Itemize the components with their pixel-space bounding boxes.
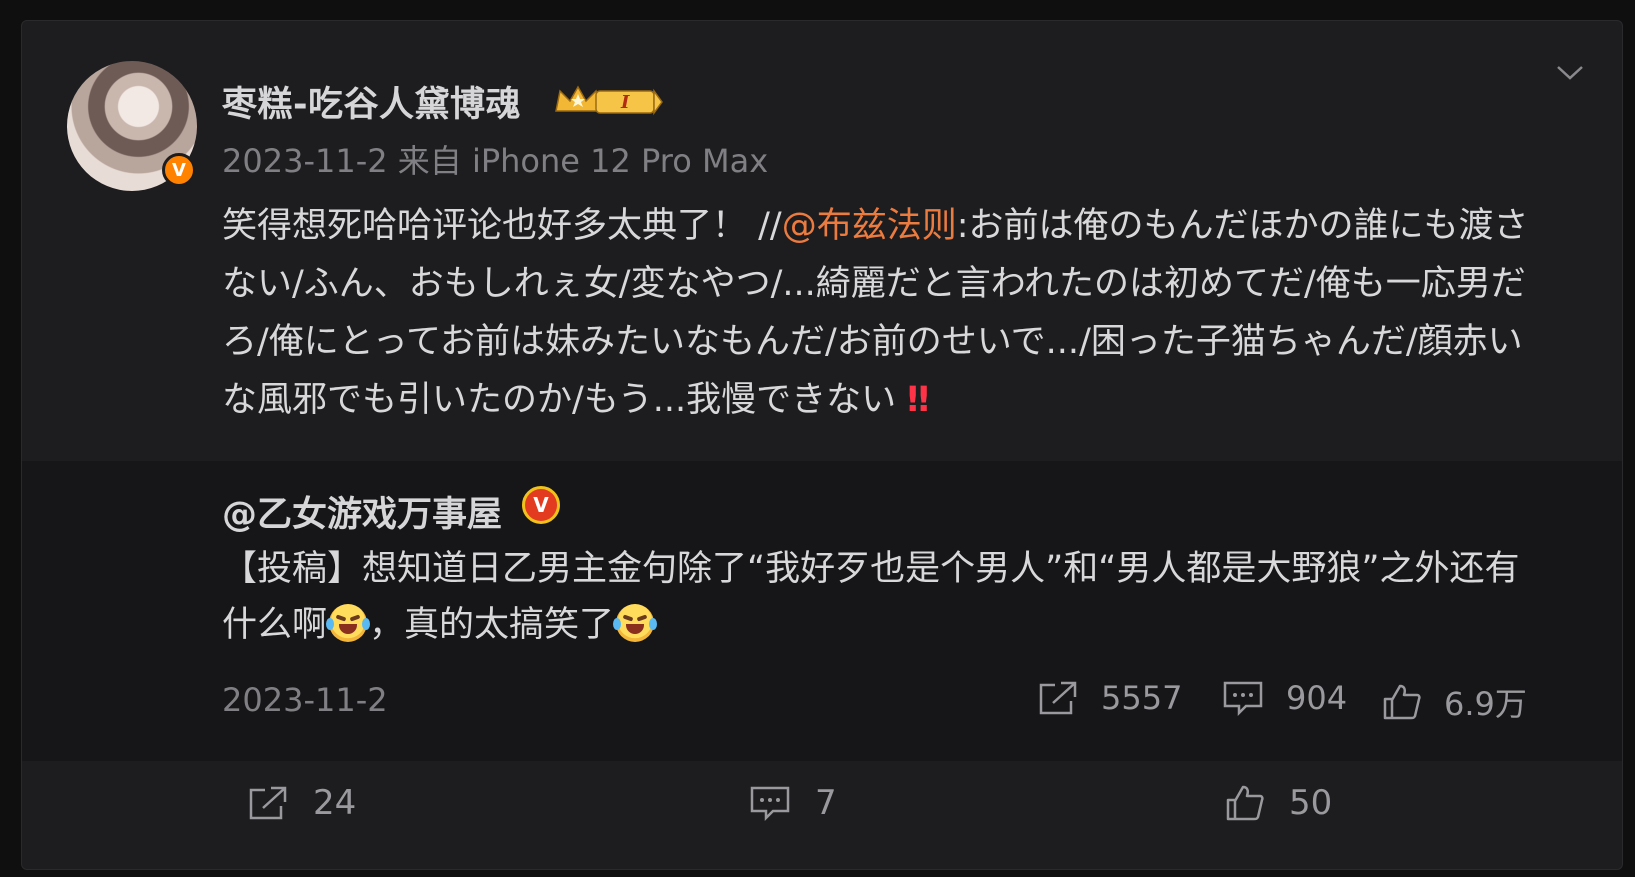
like-icon <box>1226 785 1264 821</box>
post-body: 笑得想死哈哈评论也好多太典了！ //@布兹法则:お前は俺のもんだほかの誰にも渡さ… <box>222 197 1542 429</box>
double-exclamation-icon: ‼ <box>907 380 930 420</box>
comment-icon <box>1223 681 1263 717</box>
like-count: 50 <box>1289 783 1333 823</box>
post-text-before: 笑得想死哈哈评论也好多太典了！ // <box>222 206 782 246</box>
verified-badge-icon: V <box>522 486 560 524</box>
chevron-down-icon[interactable] <box>1554 56 1586 88</box>
share-count: 24 <box>313 783 357 823</box>
repost-like-stat[interactable]: 6.9万 <box>1382 679 1527 725</box>
like-button[interactable]: 50 <box>1225 783 1332 823</box>
laughing-emoji-icon <box>613 604 658 642</box>
repost-username[interactable]: @乙女游戏万事屋 <box>222 486 502 537</box>
repost-comment-stat[interactable]: 904 <box>1222 679 1347 717</box>
share-icon <box>249 786 287 820</box>
mention-link[interactable]: @布兹法则 <box>782 206 957 246</box>
repost-block[interactable]: @乙女游戏万事屋 V 【投稿】想知道日乙男主金句除了“我好歹也是个男人”和“男人… <box>22 461 1622 761</box>
repost-text-2: ，真的太搞笑了 <box>369 605 615 645</box>
like-icon <box>1383 684 1421 720</box>
repost-share-stat[interactable]: 5557 <box>1037 679 1182 717</box>
repost-body: 【投稿】想知道日乙男主金句除了“我好歹也是个男人”和“男人都是大野狼”之外还有什… <box>222 541 1542 653</box>
action-bar: 24 7 50 <box>22 761 1622 869</box>
comment-count: 7 <box>815 783 837 823</box>
weibo-post-card: V 枣糕-吃谷人黛博魂 I 2023-11-2 来自 iPhone 12 Pro… <box>21 20 1623 870</box>
vip-crown-icon[interactable]: I <box>552 81 664 119</box>
share-icon <box>1039 681 1077 715</box>
comment-icon <box>750 786 790 822</box>
verified-badge-icon: V <box>162 153 196 187</box>
repost-date: 2023-11-2 <box>222 681 388 719</box>
username[interactable]: 枣糕-吃谷人黛博魂 <box>222 76 521 127</box>
repost-share-count: 5557 <box>1101 679 1183 717</box>
svg-text:I: I <box>620 92 630 113</box>
share-button[interactable]: 24 <box>247 783 356 823</box>
repost-comment-count: 904 <box>1286 679 1348 717</box>
avatar[interactable]: V <box>67 61 197 191</box>
repost-like-count: 6.9万 <box>1444 685 1527 723</box>
laughing-emoji-icon <box>326 604 371 642</box>
comment-button[interactable]: 7 <box>749 783 837 823</box>
post-meta: 2023-11-2 来自 iPhone 12 Pro Max <box>222 142 769 180</box>
